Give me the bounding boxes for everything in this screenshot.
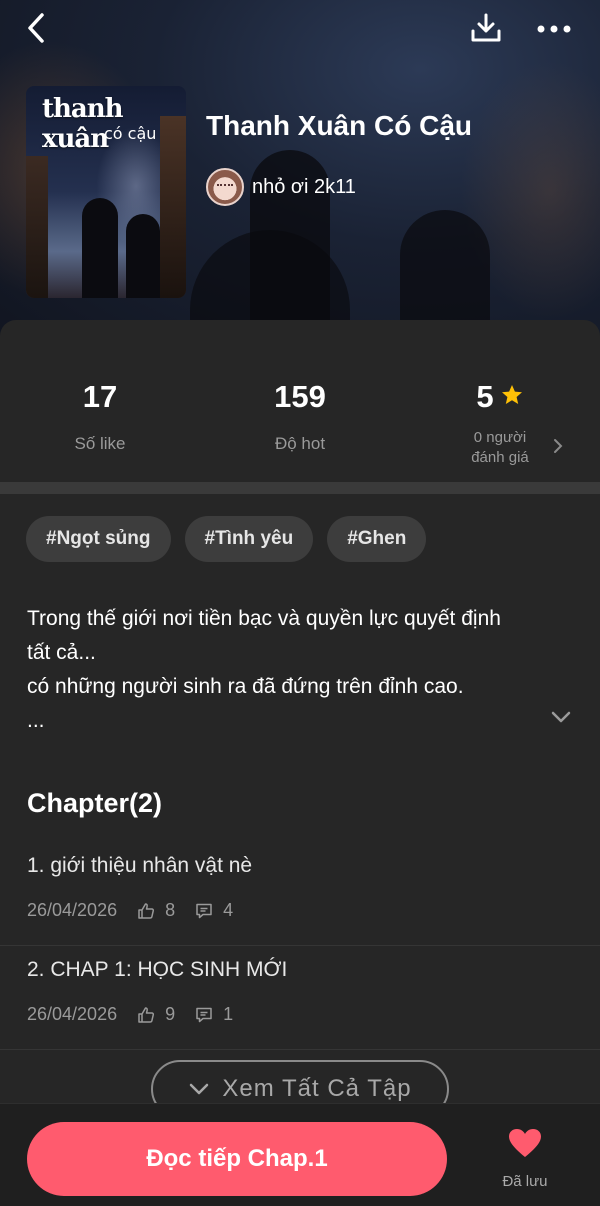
chapter-date: 26/04/2026 bbox=[27, 900, 118, 920]
thumbs-up-icon bbox=[137, 1006, 155, 1024]
book-cover: thanh xuân có cậu bbox=[26, 86, 186, 298]
description-line: có những người sinh ra đã đứng trên đỉnh… bbox=[27, 675, 464, 698]
comment-icon bbox=[195, 902, 213, 920]
hot-label: Độ hot bbox=[274, 434, 326, 453]
details-sheet: 17 Số like 159 Độ hot 5 0 người đánh giá… bbox=[0, 320, 600, 1206]
continue-reading-button[interactable]: Đọc tiếp Chap.1 bbox=[27, 1122, 447, 1196]
stat-rating[interactable]: 5 0 người đánh giá bbox=[400, 378, 600, 468]
section-divider bbox=[0, 482, 600, 494]
author-link[interactable]: nhỏ ơi 2k11 bbox=[206, 168, 356, 206]
thumbs-up-icon bbox=[137, 902, 155, 920]
hero-banner: thanh xuân có cậu Thanh Xuân Có Cậu nhỏ … bbox=[0, 0, 600, 345]
chapter-comments: 4 bbox=[223, 900, 234, 920]
chapter-likes: 9 bbox=[165, 1004, 176, 1024]
more-dots-icon bbox=[536, 21, 572, 39]
save-button[interactable]: Đã lưu bbox=[490, 1128, 560, 1198]
description-line: ... bbox=[27, 709, 45, 732]
tag-list: #Ngọt sủng #Tình yêu #Ghen bbox=[26, 516, 427, 562]
tag-chip[interactable]: #Tình yêu bbox=[184, 516, 314, 562]
save-label: Đã lưu bbox=[502, 1173, 548, 1190]
star-icon bbox=[500, 379, 524, 415]
chapter-item[interactable]: 1. giới thiệu nhân vật nè 26/04/2026 8 4 bbox=[0, 842, 600, 946]
rating-value: 5 bbox=[476, 379, 494, 414]
chevron-down-icon[interactable] bbox=[550, 710, 572, 729]
tag-chip[interactable]: #Ghen bbox=[327, 516, 427, 562]
download-button[interactable] bbox=[466, 10, 506, 50]
tag-chip[interactable]: #Ngọt sủng bbox=[26, 516, 171, 562]
back-button[interactable] bbox=[16, 10, 56, 50]
chevron-down-icon bbox=[188, 1075, 210, 1103]
description-line: tất cả... bbox=[27, 641, 96, 664]
see-all-label: Xem Tất Cả Tập bbox=[222, 1075, 412, 1102]
stat-likes: 17 Số like bbox=[0, 378, 200, 454]
description-line: Trong thế giới nơi tiền bạc và quyền lực… bbox=[27, 607, 501, 630]
chapter-title: 1. giới thiệu nhân vật nè bbox=[27, 854, 253, 877]
rating-count-sublabel: đánh giá bbox=[471, 449, 529, 466]
rating-count-label: 0 người bbox=[473, 429, 527, 446]
likes-label: Số like bbox=[74, 434, 126, 453]
chevron-right-icon[interactable] bbox=[553, 438, 563, 459]
chapter-date: 26/04/2026 bbox=[27, 1004, 118, 1024]
chapter-likes: 8 bbox=[165, 900, 176, 920]
hot-count: 159 bbox=[274, 379, 326, 414]
bottom-action-bar: Đọc tiếp Chap.1 Đã lưu bbox=[0, 1103, 600, 1206]
chapter-comments: 1 bbox=[223, 1004, 234, 1024]
chapter-meta: 26/04/2026 8 4 bbox=[27, 900, 233, 921]
chapter-meta: 26/04/2026 9 1 bbox=[27, 1004, 233, 1025]
heart-icon bbox=[508, 1128, 542, 1163]
more-options-button[interactable] bbox=[534, 10, 574, 50]
download-icon bbox=[469, 11, 503, 50]
chapter-title: 2. CHAP 1: HỌC SINH MỚI bbox=[27, 958, 288, 981]
author-name: nhỏ ơi 2k11 bbox=[252, 175, 356, 198]
comment-icon bbox=[195, 1006, 213, 1024]
book-description: Trong thế giới nơi tiền bạc và quyền lực… bbox=[27, 602, 567, 738]
chapter-heading: Chapter(2) bbox=[27, 788, 163, 818]
chapter-item[interactable]: 2. CHAP 1: HỌC SINH MỚI 26/04/2026 9 1 bbox=[0, 946, 600, 1050]
likes-count: 17 bbox=[82, 379, 118, 414]
stats-row: 17 Số like 159 Độ hot 5 0 người đánh giá bbox=[0, 320, 600, 482]
book-title: Thanh Xuân Có Cậu bbox=[206, 110, 472, 141]
stat-hot: 159 Độ hot bbox=[200, 378, 400, 454]
back-arrow-icon bbox=[25, 12, 47, 49]
cover-subtitle-text: có cậu bbox=[104, 124, 157, 143]
author-avatar bbox=[206, 168, 244, 206]
